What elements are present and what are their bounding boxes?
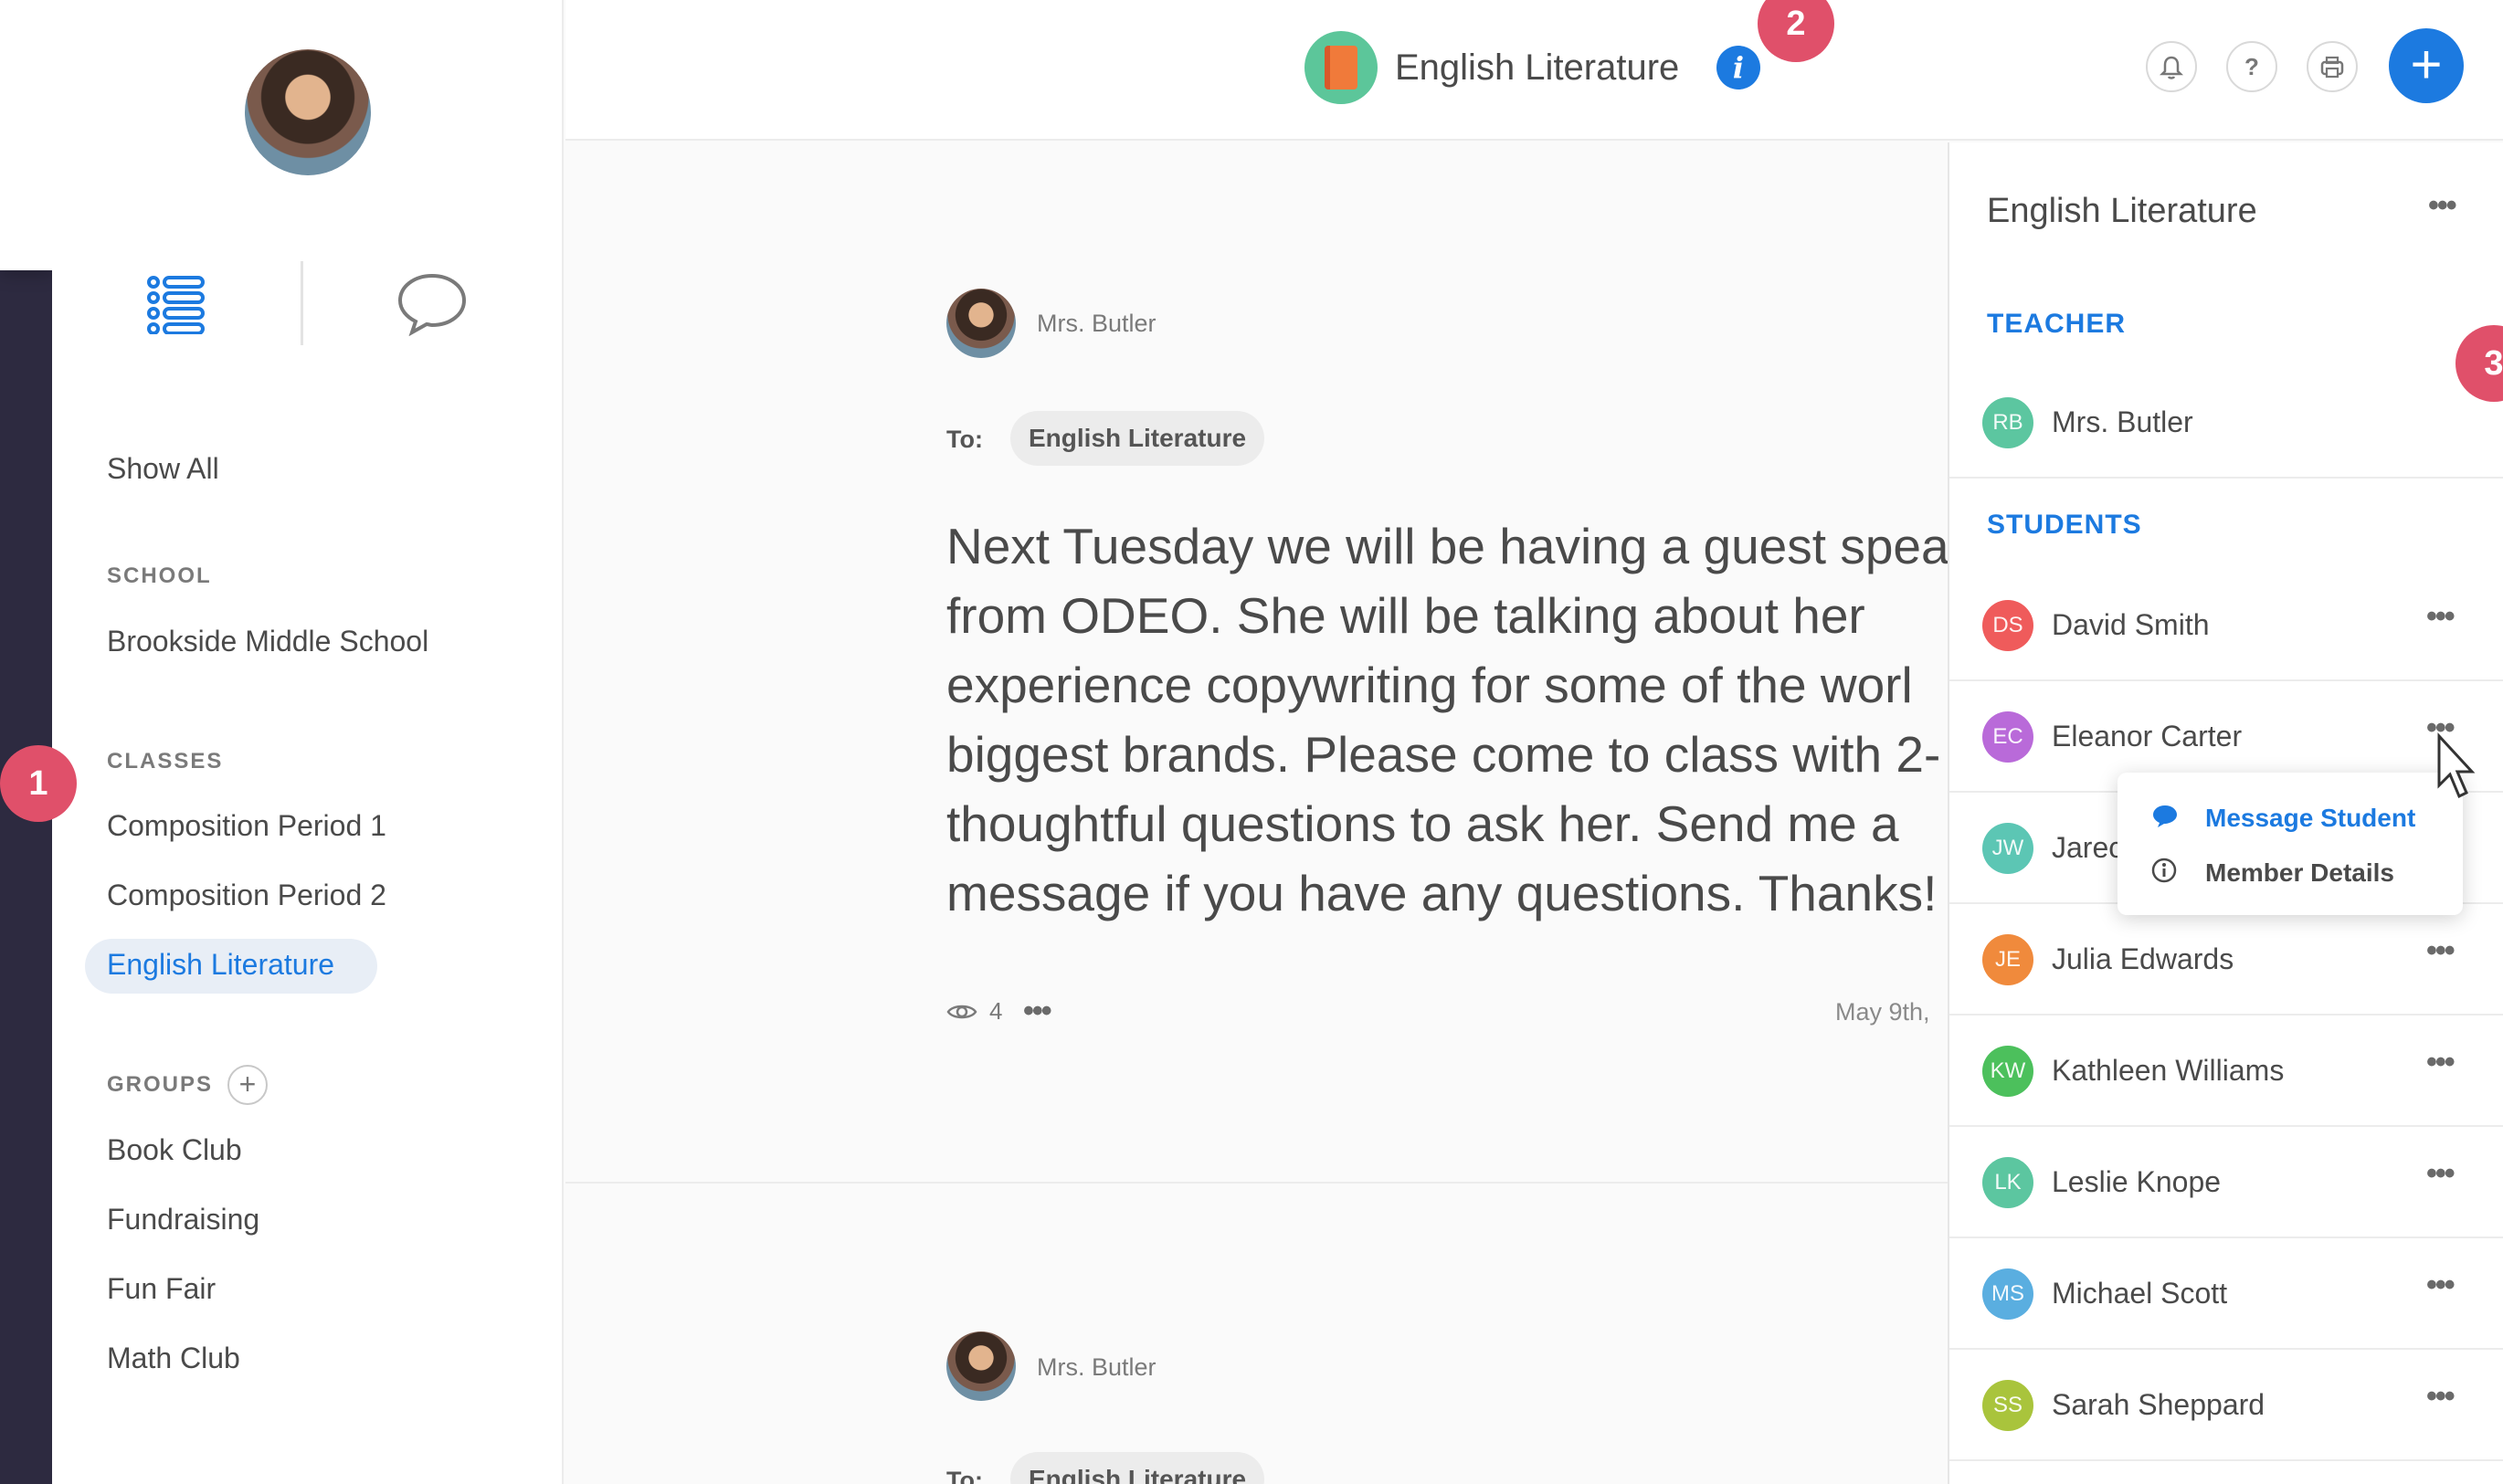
post-author-avatar — [946, 1331, 1016, 1401]
post-author-avatar — [946, 289, 1016, 358]
post-body-line: Next Tuesday we will be having a guest s… — [946, 518, 1949, 574]
help-button[interactable]: ? — [2226, 41, 2277, 92]
class-link-active[interactable]: English Literature — [107, 948, 334, 982]
member-name: Julia Edwards — [2052, 942, 2234, 975]
background-window-edge — [0, 0, 55, 270]
group-link[interactable]: Math Club — [107, 1342, 240, 1375]
group-link[interactable]: Book Club — [107, 1133, 242, 1167]
to-label: To: — [946, 426, 983, 453]
class-link[interactable]: Composition Period 1 — [107, 809, 386, 843]
groups-heading: GROUPS — [107, 1072, 214, 1097]
print-button[interactable] — [2307, 41, 2358, 92]
mouse-cursor-icon — [2437, 732, 2476, 799]
student-row[interactable]: MS Michael Scott ••• — [1949, 1238, 2503, 1350]
post-body: Next Tuesday we will be having a guest s… — [946, 511, 1951, 928]
teacher-heading: TEACHER — [1987, 309, 2127, 339]
member-actions-menu: Message Student Member Details — [2118, 773, 2463, 915]
post-divider — [565, 1182, 1948, 1184]
student-row[interactable]: JE Julia Edwards ••• — [1949, 904, 2503, 1016]
member-name: Sarah Sheppard — [2052, 1388, 2265, 1421]
post-body-line: message if you have any questions. Thank… — [946, 865, 1938, 921]
add-post-button[interactable]: + — [2389, 28, 2464, 103]
post-author[interactable]: Mrs. Butler — [1037, 310, 1156, 338]
notifications-button[interactable] — [2146, 41, 2197, 92]
add-group-button[interactable]: + — [227, 1065, 268, 1105]
member-more-button[interactable]: ••• — [2426, 599, 2455, 635]
page-title: English Literature — [1395, 47, 1680, 88]
member-name: Leslie Knope — [2052, 1165, 2222, 1198]
student-row[interactable]: LK Leslie Knope ••• — [1949, 1127, 2503, 1238]
post-author[interactable]: Mrs. Butler — [1037, 1353, 1156, 1382]
group-link[interactable]: Fun Fair — [107, 1272, 216, 1306]
member-avatar: KW — [1982, 1046, 2033, 1097]
view-switch-divider — [301, 261, 303, 345]
sidebar — [52, 0, 564, 1484]
member-more-button[interactable]: ••• — [2426, 933, 2455, 969]
post-more-button[interactable]: ••• — [1023, 994, 1052, 1029]
member-avatar: JW — [1982, 823, 2033, 874]
member-avatar: DS — [1982, 600, 2033, 651]
member-name: Kathleen Williams — [2052, 1054, 2285, 1087]
teacher-row[interactable]: RB Mrs. Butler — [1949, 367, 2503, 479]
recipient-chip[interactable]: English Literature — [1010, 411, 1265, 466]
post-date: May 9th, — [1835, 998, 1930, 1026]
school-link[interactable]: Brookside Middle School — [107, 625, 428, 658]
member-name: Mrs. Butler — [2052, 405, 2193, 438]
panel-title: English Literature — [1987, 192, 2257, 230]
to-label: To: — [946, 1467, 983, 1484]
classes-heading: CLASSES — [107, 749, 224, 774]
school-heading: SCHOOL — [107, 563, 212, 588]
member-name: Michael Scott — [2052, 1277, 2228, 1310]
member-more-button[interactable]: ••• — [2426, 1045, 2455, 1080]
member-more-button[interactable]: ••• — [2426, 1379, 2455, 1415]
print-icon — [2320, 56, 2344, 79]
chat-bubble-icon[interactable] — [396, 272, 468, 336]
post-body-line: thoughtful questions to ask her. Send me… — [946, 795, 1899, 852]
chat-bubble-icon — [2153, 805, 2177, 827]
post-body-line: biggest brands. Please come to class wit… — [946, 726, 1941, 783]
panel-more-button[interactable]: ••• — [2428, 188, 2457, 224]
student-row[interactable]: KW Kathleen Williams ••• — [1949, 1016, 2503, 1127]
member-avatar: LK — [1982, 1157, 2033, 1208]
member-name: David Smith — [2052, 608, 2210, 641]
member-more-button[interactable]: ••• — [2426, 1156, 2455, 1192]
member-name: Jarec — [2052, 831, 2124, 864]
eye-icon — [946, 1005, 977, 1019]
class-link[interactable]: Composition Period 2 — [107, 879, 386, 912]
group-link[interactable]: Fundraising — [107, 1203, 259, 1237]
member-avatar: EC — [1982, 711, 2033, 763]
recipient-chip[interactable]: English Literature — [1010, 1452, 1265, 1484]
member-avatar: MS — [1982, 1268, 2033, 1320]
menu-item-label: Message Student — [2205, 804, 2416, 832]
member-name: Eleanor Carter — [2052, 720, 2243, 753]
show-all-link[interactable]: Show All — [107, 452, 219, 486]
user-avatar[interactable] — [245, 49, 371, 175]
member-avatar: JE — [1982, 934, 2033, 985]
member-more-button[interactable]: ••• — [2426, 1268, 2455, 1303]
info-circle-icon — [2151, 858, 2177, 883]
annotation-badge: 1 — [0, 745, 77, 822]
students-heading: STUDENTS — [1987, 510, 2142, 540]
post-body-line: experience copywriting for some of the w… — [946, 657, 1913, 713]
menu-item-label: Member Details — [2205, 858, 2394, 887]
list-view-icon[interactable] — [146, 274, 206, 334]
bell-icon — [2159, 56, 2184, 79]
member-avatar: SS — [1982, 1380, 2033, 1431]
view-count: 4 — [989, 997, 1003, 1025]
student-row[interactable]: DS David Smith ••• — [1949, 570, 2503, 681]
info-icon[interactable]: i — [1716, 46, 1760, 89]
member-avatar: RB — [1982, 397, 2033, 448]
class-book-icon — [1304, 31, 1378, 104]
post-body-line: from ODEO. She will be talking about her — [946, 587, 1865, 644]
student-row[interactable]: SS Sarah Sheppard ••• — [1949, 1350, 2503, 1461]
